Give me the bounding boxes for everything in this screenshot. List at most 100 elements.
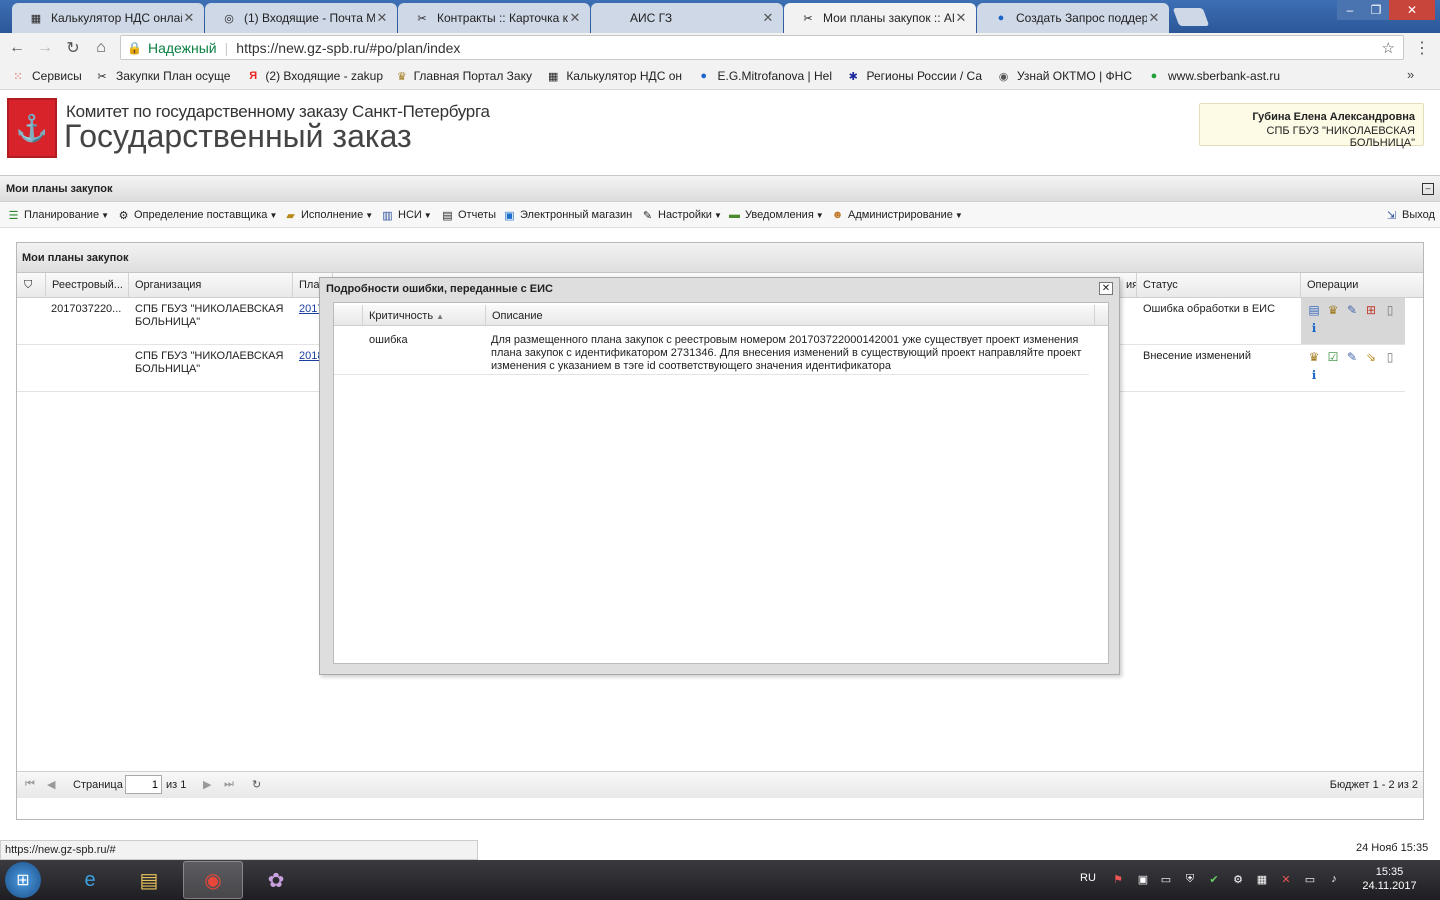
menu-eshop[interactable]: ▣ Электронный магазин [502, 208, 632, 222]
close-icon[interactable]: ✕ [568, 10, 582, 26]
column-header-status[interactable]: Статус [1137, 273, 1301, 298]
menu-planning[interactable]: ☰ Планирование ▼ [6, 208, 109, 222]
menu-execution[interactable]: ▰ Исполнение ▼ [283, 208, 373, 222]
transfer-icon[interactable]: ⇘ [1363, 349, 1379, 365]
pencil-icon[interactable]: ✎ [1344, 302, 1360, 318]
browser-tab-4[interactable]: АИС ГЗ ✕ [591, 3, 783, 33]
column-header-severity[interactable]: Критичность ▲ [363, 305, 486, 326]
add-table-icon[interactable]: ⊞ [1363, 302, 1379, 318]
address-bar[interactable]: 🔒 Надежный | https://new.gz-spb.ru/#po/p… [120, 35, 1404, 60]
bookmark-item[interactable]: ● E.G.Mitrofanova | Hel [696, 68, 832, 84]
info-icon[interactable]: ℹ [1306, 320, 1322, 336]
browser-tab-1[interactable]: ▦ Калькулятор НДС онлай ✕ [12, 3, 204, 33]
tray-app-icon[interactable]: ✔ [1206, 873, 1222, 887]
edit-doc-icon[interactable]: ▤ [1306, 302, 1322, 318]
collapse-icon[interactable]: – [1422, 183, 1434, 195]
menu-nsi[interactable]: ▥ НСИ ▼ [380, 208, 431, 222]
tray-shield-icon[interactable]: ⛨ [1182, 873, 1198, 887]
ie-icon[interactable]: e [60, 861, 120, 899]
tray-app-icon[interactable]: ⚙ [1230, 873, 1246, 887]
first-page-icon[interactable]: ⏮ [25, 778, 35, 791]
bookmark-item[interactable]: ✱ Регионы России / Са [846, 68, 982, 84]
bookmark-item[interactable]: ▦ Калькулятор НДС он [546, 68, 682, 84]
close-icon[interactable]: ✕ [1099, 282, 1113, 295]
tray-network-icon[interactable]: ▭ [1302, 873, 1318, 887]
window-close-button[interactable]: ✕ [1389, 0, 1435, 20]
browser-menu-icon[interactable]: ⋮ [1414, 38, 1430, 58]
column-header-reg[interactable]: Реестровый... [46, 273, 129, 298]
close-icon[interactable]: ✕ [375, 10, 389, 26]
logout-button[interactable]: ⇲ Выход [1384, 208, 1435, 222]
tray-app-icon[interactable]: ▦ [1254, 873, 1270, 887]
menu-admin[interactable]: ☻ Администрирование ▼ [830, 208, 963, 222]
star-icon: ✱ [848, 70, 858, 83]
bookmark-item[interactable]: ◉ Узнай ОКТМО | ФНС [996, 68, 1132, 84]
menu-label: Настройки [658, 209, 712, 221]
back-icon[interactable]: ← [6, 37, 28, 59]
language-indicator[interactable]: RU [1080, 872, 1096, 884]
explorer-icon[interactable]: ▤ [119, 861, 179, 899]
close-icon[interactable]: ✕ [954, 10, 968, 26]
tray-volume-icon[interactable]: ♪ [1326, 873, 1342, 887]
more-bookmarks-icon[interactable]: » [1407, 67, 1414, 82]
last-page-icon[interactable]: ⏭ [224, 778, 234, 791]
tray-app-icon[interactable]: ▣ [1135, 873, 1151, 887]
report-icon: ▤ [442, 209, 453, 222]
pencil-icon[interactable]: ✎ [1344, 349, 1360, 365]
browser-tab-2[interactable]: ◎ (1) Входящие - Почта М ✕ [205, 3, 397, 33]
app-icon[interactable]: ✿ [246, 861, 306, 899]
browser-tab-6[interactable]: ● Создать Запрос поддер ✕ [977, 3, 1169, 33]
reload-icon[interactable]: ↻ [62, 37, 84, 59]
page-number-input[interactable] [125, 775, 162, 794]
bookmark-item[interactable]: ✂ Закупки План осуще [94, 68, 234, 84]
bookmark-star-icon[interactable]: ☆ [1382, 39, 1395, 57]
lock-icon: 🔒 [127, 40, 142, 55]
error-row[interactable]: ошибка Для размещенного плана закупок с … [334, 327, 1089, 375]
close-icon[interactable]: ✕ [1147, 10, 1161, 26]
menu-supplier[interactable]: ⚙ Определение поставщика ▼ [116, 208, 278, 222]
secure-label: Надежный [147, 39, 217, 56]
bookmark-item[interactable]: ● www.sberbank-ast.ru [1146, 68, 1280, 84]
user-info[interactable]: Губина Елена Александровна СПБ ГБУЗ "НИК… [1199, 103, 1424, 149]
calculator-icon: ▦ [30, 12, 42, 25]
document-icon[interactable]: ▯ [1382, 349, 1398, 365]
info-icon[interactable]: ℹ [1306, 367, 1322, 383]
filter-icon[interactable]: ⛉ [17, 273, 46, 298]
column-header-org[interactable]: Организация [129, 273, 293, 298]
eagle-icon[interactable]: ♛ [1325, 302, 1341, 318]
bookmark-item[interactable]: Я (2) Входящие - zakup [247, 68, 383, 84]
tray-app-icon[interactable]: ✕ [1278, 873, 1294, 887]
minimize-button[interactable]: – [1337, 0, 1363, 20]
menu-settings[interactable]: ✎ Настройки ▼ [640, 208, 722, 222]
start-button[interactable]: ⊞ [5, 862, 41, 898]
browser-tab-5[interactable]: ✂ Мои планы закупок :: АИ ✕ [784, 3, 976, 33]
tab-title: Мои планы закупок :: АИ [823, 11, 954, 25]
system-clock[interactable]: 15:35 24.11.2017 [1362, 865, 1417, 893]
chrome-icon[interactable]: ◉ [183, 861, 243, 899]
tray-app-icon[interactable]: ▭ [1158, 873, 1174, 887]
close-icon[interactable]: ✕ [182, 10, 196, 26]
column-header-partial[interactable]: ия [1120, 273, 1137, 298]
status-text: Внесение изменений [1143, 350, 1251, 362]
refresh-icon[interactable]: ↻ [252, 778, 261, 791]
app-title: Государственный заказ [64, 118, 412, 154]
column-header-description[interactable]: Описание [486, 305, 1095, 326]
forward-icon[interactable]: → [34, 37, 56, 59]
prev-page-icon[interactable]: ◀ [47, 778, 55, 791]
new-tab-button[interactable] [1172, 8, 1210, 26]
menu-label: Планирование [24, 209, 100, 221]
approve-doc-icon[interactable]: ☑ [1325, 349, 1341, 365]
next-page-icon[interactable]: ▶ [203, 778, 211, 791]
chevron-down-icon: ▼ [365, 210, 374, 220]
menu-reports[interactable]: ▤ Отчеты [440, 208, 496, 222]
maximize-button[interactable]: ❐ [1363, 0, 1389, 20]
home-icon[interactable]: ⌂ [90, 37, 112, 59]
bookmark-services[interactable]: ⁙ Сервисы [10, 68, 81, 84]
menu-notifications[interactable]: ▬ Уведомления ▼ [727, 208, 824, 222]
bookmark-item[interactable]: ♛ Главная Портал Заку [396, 68, 532, 84]
eagle-icon[interactable]: ♛ [1306, 349, 1322, 365]
close-icon[interactable]: ✕ [761, 10, 775, 26]
browser-tab-3[interactable]: ✂ Контракты :: Карточка к ✕ [398, 3, 590, 33]
tray-flag-icon[interactable]: ⚑ [1110, 873, 1126, 887]
document-icon[interactable]: ▯ [1382, 302, 1398, 318]
